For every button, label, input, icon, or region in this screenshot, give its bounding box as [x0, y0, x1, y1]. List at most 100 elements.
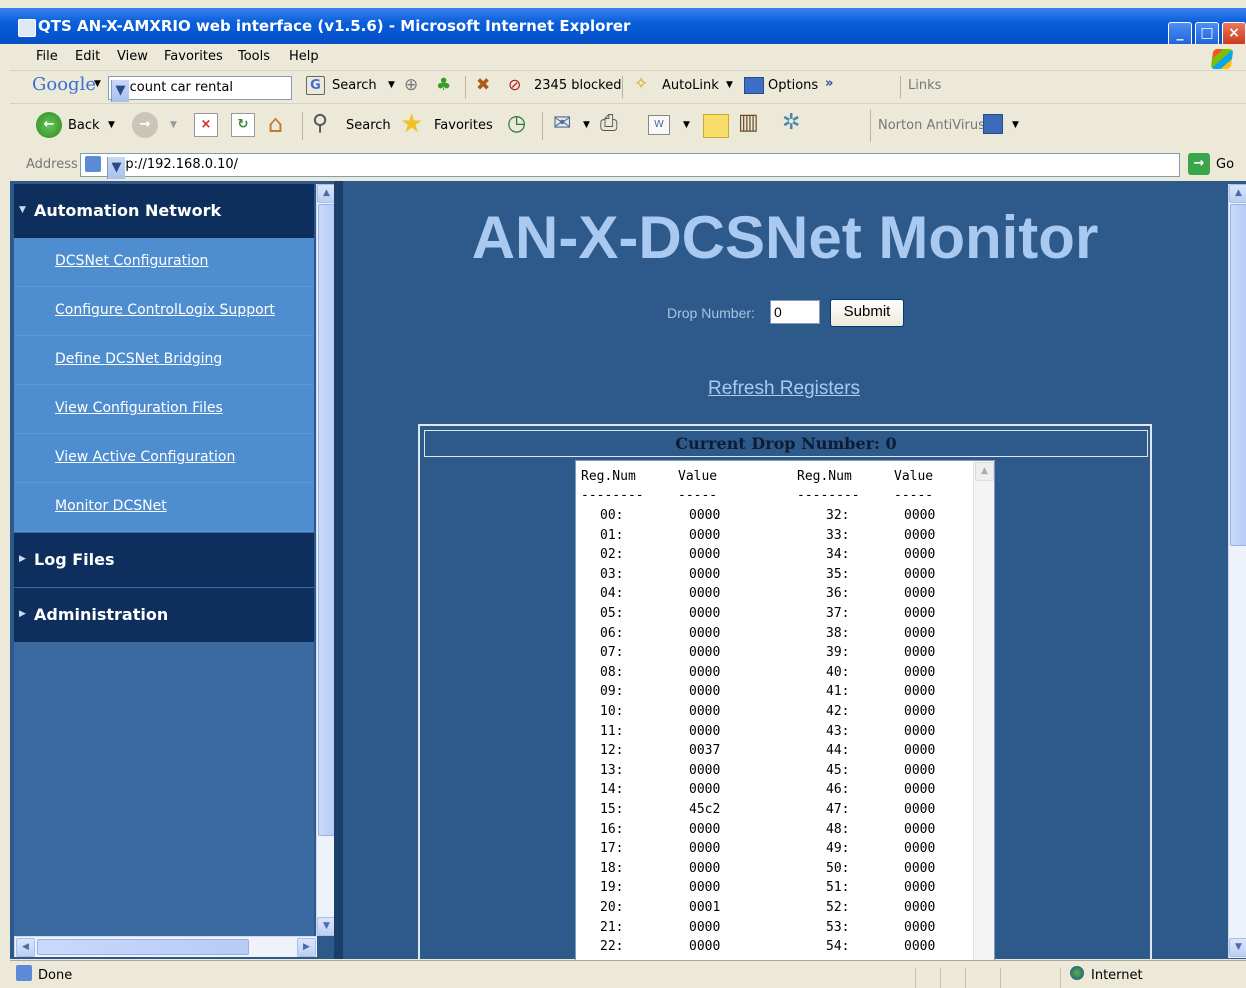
- frame-divider[interactable]: [334, 181, 343, 959]
- menu-help[interactable]: Help: [289, 49, 319, 64]
- menu-favorites[interactable]: Favorites: [164, 49, 223, 64]
- register-value: 0000: [689, 645, 721, 661]
- register-scrollbar[interactable]: ▲: [973, 461, 994, 969]
- scroll-right-icon[interactable]: ▶: [297, 938, 316, 957]
- nav-item-label[interactable]: Monitor DCSNet: [55, 498, 167, 514]
- forward-arrow-icon[interactable]: →: [132, 112, 158, 138]
- register-number: 11:: [600, 723, 624, 739]
- forward-dropdown-icon[interactable]: ▼: [170, 120, 177, 130]
- address-dropdown-icon[interactable]: ▼: [107, 157, 125, 179]
- favorites-button[interactable]: Favorites: [434, 118, 493, 133]
- nav-item-define-dcsnet-bridging[interactable]: Define DCSNet Bridging: [14, 336, 314, 385]
- nav-item-label[interactable]: Define DCSNet Bridging: [55, 351, 222, 367]
- blocked-count[interactable]: 2345 blocked: [534, 78, 622, 93]
- register-value: 0000: [689, 762, 721, 778]
- nav-section-administration[interactable]: ▶ Administration: [14, 588, 314, 642]
- address-input[interactable]: http://192.168.0.10/ ▼: [80, 153, 1180, 179]
- register-number: 20:: [600, 900, 624, 915]
- scroll-left-icon[interactable]: ◀: [16, 938, 35, 957]
- research-icon[interactable]: ▥: [738, 110, 759, 135]
- mail-dropdown-icon[interactable]: ▼: [583, 120, 590, 130]
- scroll-up-icon[interactable]: ▲: [1229, 184, 1246, 203]
- scroll-thumb[interactable]: [318, 204, 335, 836]
- nav-item-label[interactable]: DCSNet Configuration: [55, 253, 208, 269]
- header-rule: --------: [797, 488, 860, 503]
- popup-blocker-icon[interactable]: ✖: [476, 75, 490, 95]
- home-icon[interactable]: ⌂: [268, 110, 283, 138]
- blocked-count-icon[interactable]: ⊘: [508, 75, 521, 94]
- page-vertical-scrollbar[interactable]: ▲ ▼: [1228, 184, 1246, 958]
- scroll-thumb[interactable]: [37, 939, 249, 955]
- back-button[interactable]: Back: [68, 118, 100, 133]
- refresh-registers-link[interactable]: Refresh Registers: [708, 378, 860, 400]
- google-logo[interactable]: Google: [32, 74, 96, 95]
- nav-section-automation-network[interactable]: ▼ Automation Network: [14, 184, 314, 238]
- search-dropdown-icon[interactable]: ▼: [388, 80, 395, 90]
- refresh-icon[interactable]: ↻: [231, 113, 255, 137]
- nav-vertical-scrollbar[interactable]: ▲ ▼: [316, 184, 336, 936]
- autolink-icon[interactable]: ✧: [634, 74, 648, 94]
- site-search-icon[interactable]: ⊕: [404, 75, 418, 95]
- close-button[interactable]: ×: [1222, 22, 1246, 46]
- submit-button[interactable]: Submit: [830, 299, 904, 327]
- chevron-down-icon[interactable]: ▼: [111, 80, 129, 102]
- drop-number-input[interactable]: [770, 300, 820, 324]
- print-icon[interactable]: ⎙: [600, 111, 618, 136]
- search-button[interactable]: Search: [346, 118, 391, 133]
- maximize-button[interactable]: □: [1195, 22, 1219, 46]
- more-chevron-icon[interactable]: »: [825, 76, 833, 91]
- scroll-thumb[interactable]: [1230, 204, 1246, 546]
- register-value: 0000: [904, 802, 936, 817]
- options-button[interactable]: Options: [768, 78, 818, 93]
- links-label[interactable]: Links: [908, 78, 941, 93]
- pagerank-icon[interactable]: ♣: [436, 75, 451, 95]
- back-arrow-icon[interactable]: ←: [36, 112, 62, 138]
- nav-item-dcsnet-configuration[interactable]: DCSNet Configuration: [14, 238, 314, 287]
- google-menu-arrow-icon[interactable]: ▼: [94, 79, 101, 89]
- nav-item-configure-controllogix-support[interactable]: Configure ControlLogix Support: [14, 287, 314, 336]
- google-search-button[interactable]: Search: [332, 78, 377, 93]
- go-button[interactable]: Go: [1216, 157, 1234, 172]
- autolink-button[interactable]: AutoLink: [662, 78, 719, 93]
- menu-file[interactable]: File: [36, 49, 58, 64]
- back-dropdown-icon[interactable]: ▼: [108, 120, 115, 130]
- norton-dropdown-icon[interactable]: ▼: [1012, 120, 1019, 130]
- discuss-icon[interactable]: [703, 114, 729, 138]
- options-icon[interactable]: [744, 77, 764, 94]
- register-value: 0000: [904, 527, 936, 543]
- menu-view[interactable]: View: [117, 49, 148, 64]
- edit-dropdown-icon[interactable]: ▼: [683, 120, 690, 130]
- minimize-button[interactable]: _: [1168, 22, 1192, 46]
- nav-item-label[interactable]: Configure ControlLogix Support: [55, 302, 275, 318]
- scroll-up-icon[interactable]: ▲: [975, 462, 994, 481]
- menu-edit[interactable]: Edit: [75, 49, 100, 64]
- mail-icon[interactable]: ✉: [553, 111, 571, 136]
- history-icon[interactable]: ◷: [507, 111, 526, 136]
- go-arrow-icon[interactable]: →: [1188, 153, 1210, 175]
- google-search-input[interactable]: discount car rental ▼: [108, 76, 292, 102]
- nav-item-label[interactable]: View Active Configuration: [55, 449, 235, 465]
- nav-horizontal-scrollbar[interactable]: ◀ ▶: [14, 936, 317, 957]
- register-value: 0000: [904, 625, 936, 641]
- scroll-down-icon[interactable]: ▼: [1229, 938, 1246, 957]
- register-listing[interactable]: Reg.Num Value Reg.Num Value -------- ---…: [575, 460, 995, 970]
- norton-icon[interactable]: [983, 114, 1003, 134]
- edit-icon[interactable]: W: [648, 115, 670, 135]
- ie-app-icon[interactable]: [18, 19, 36, 37]
- autolink-dropdown-icon[interactable]: ▼: [726, 80, 733, 90]
- norton-antivirus-label[interactable]: Norton AntiVirus: [878, 118, 985, 133]
- address-url: http://192.168.0.10/: [107, 157, 239, 172]
- nav-item-view-active-configuration[interactable]: View Active Configuration: [14, 434, 314, 483]
- nav-item-monitor-dcsnet[interactable]: Monitor DCSNet: [14, 483, 314, 532]
- nav-section-log-files[interactable]: ▶ Log Files: [14, 533, 314, 587]
- messenger-icon[interactable]: ✲: [782, 110, 800, 135]
- nav-item-label[interactable]: View Configuration Files: [55, 400, 223, 416]
- nav-item-view-configuration-files[interactable]: View Configuration Files: [14, 385, 314, 434]
- register-value: 0000: [689, 664, 721, 680]
- menu-tools[interactable]: Tools: [238, 49, 270, 64]
- register-value: 0000: [904, 900, 936, 915]
- search-icon[interactable]: ⚲: [312, 111, 328, 136]
- google-search-icon[interactable]: G: [306, 76, 325, 95]
- stop-icon[interactable]: ×: [194, 113, 218, 137]
- favorites-star-icon[interactable]: ★: [400, 109, 423, 139]
